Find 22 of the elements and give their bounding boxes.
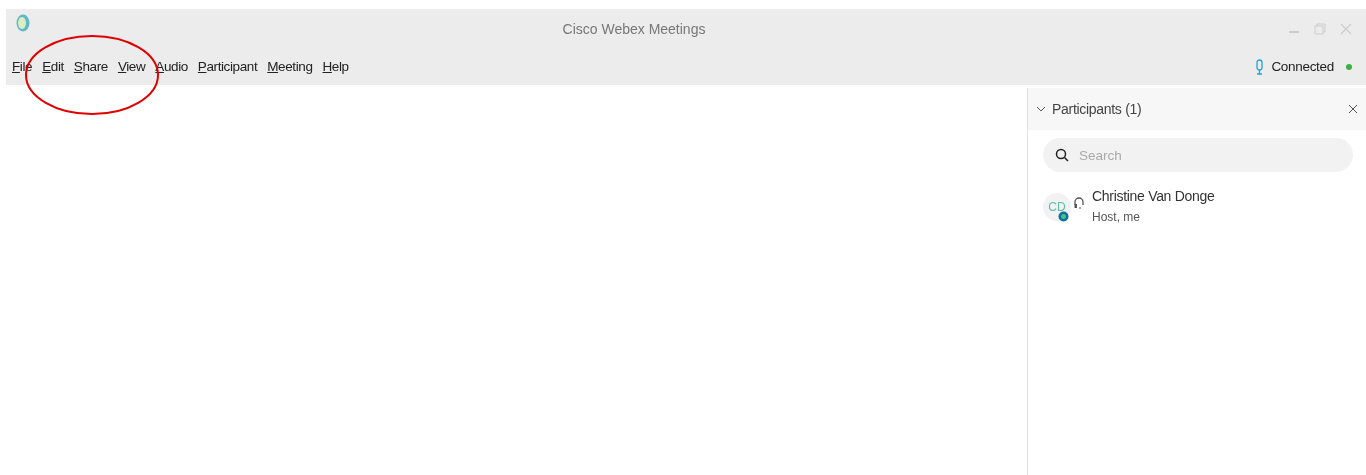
search-field[interactable]: Search [1043, 138, 1353, 172]
restore-icon[interactable] [1314, 22, 1326, 35]
menu-item[interactable]: Participant [197, 59, 258, 74]
participant-name: Christine Van Donge [1092, 188, 1215, 204]
chevron-icon[interactable] [1036, 104, 1046, 114]
app-logo-icon [16, 14, 30, 32]
close-icon[interactable] [1348, 104, 1358, 114]
status-badge-icon [1058, 211, 1069, 222]
avatar: CD [1043, 193, 1071, 221]
menu-item[interactable]: Edit [42, 59, 64, 74]
search-icon [1055, 148, 1069, 162]
menu-item[interactable]: Help [322, 59, 349, 74]
microphone-icon [1256, 58, 1264, 75]
participant-role: Host, me [1092, 210, 1141, 224]
menu-item[interactable]: Meeting [267, 59, 313, 74]
search-input[interactable]: Search [1077, 146, 1311, 164]
panel-title: Participants (1) [1052, 101, 1142, 117]
headset-icon [1074, 196, 1084, 210]
connection-status: Connected [1271, 59, 1334, 74]
window-title: Cisco Webex Meetings [561, 20, 707, 37]
menu-item[interactable]: View [117, 59, 146, 74]
menu-item[interactable]: Share [73, 59, 108, 74]
